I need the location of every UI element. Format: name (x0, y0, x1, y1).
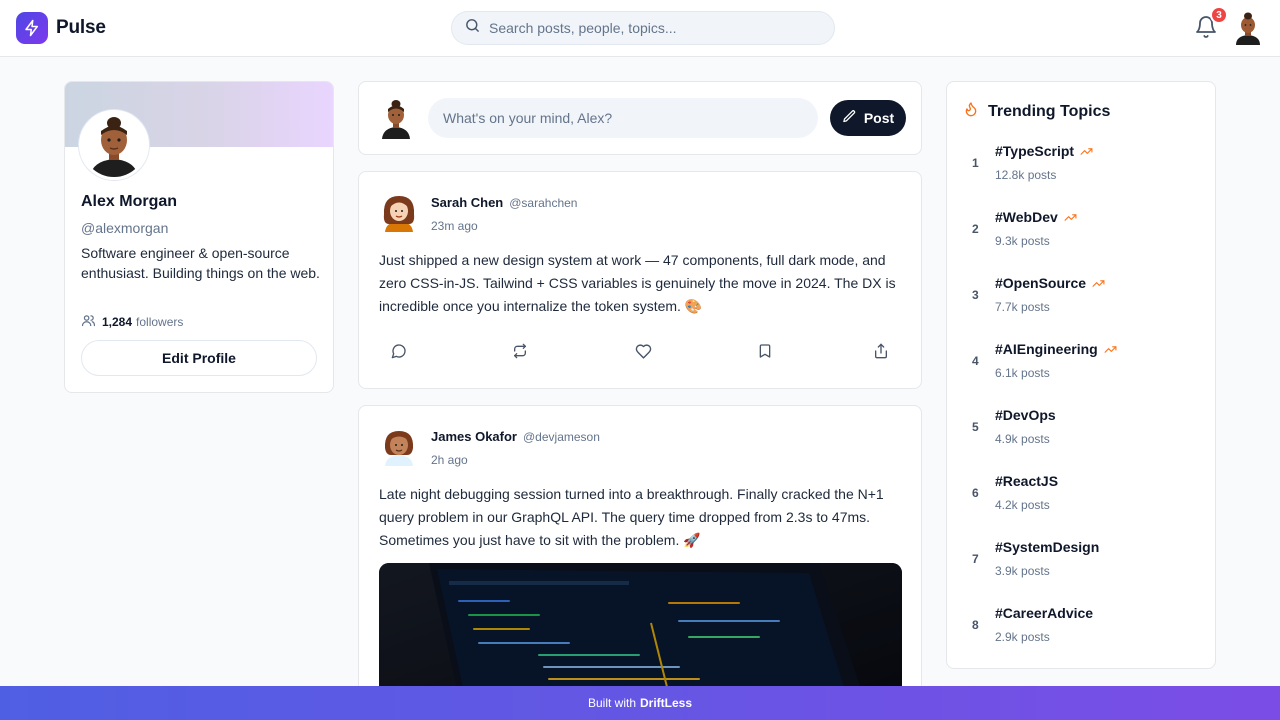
search-input[interactable] (489, 20, 809, 36)
trending-item[interactable]: 2 #WebDev 9.3k posts (947, 202, 1217, 258)
footer-prefix: Built with (587, 696, 636, 710)
trend-tag-label: #SystemDesign (995, 539, 1100, 555)
composer-avatar (378, 97, 414, 139)
trending-up-icon (1080, 145, 1093, 158)
footer-brand: DriftLess (640, 696, 693, 710)
top-navigation-bar: Pulse 3 (0, 0, 1280, 57)
bookmark-icon[interactable] (754, 340, 776, 362)
trend-tag: #SystemDesign (995, 539, 1099, 555)
lightning-icon (16, 12, 48, 44)
search-bar[interactable] (451, 11, 835, 45)
trending-topics-card: Trending Topics 1 #TypeScript 12.8k posts 2… (946, 81, 1216, 669)
trend-tag: #OpenSource (995, 275, 1105, 291)
composer-input[interactable] (428, 98, 818, 138)
built-with-banner[interactable]: Built with DriftLess (0, 686, 1280, 720)
heart-icon[interactable] (632, 340, 654, 362)
author-avatar[interactable] (379, 190, 419, 232)
post-timestamp: 2h ago (431, 453, 468, 467)
trend-post-count: 7.7k posts (995, 300, 1050, 314)
profile-handle: @alexmorgan (81, 220, 169, 236)
trend-tag: #CareerAdvice (995, 605, 1093, 621)
user-avatar[interactable] (1232, 11, 1264, 45)
trend-rank: 4 (972, 354, 979, 368)
pen-icon (842, 109, 857, 127)
trend-post-count: 4.2k posts (995, 498, 1050, 512)
trending-item[interactable]: 5 #DevOps 4.9k posts (947, 400, 1217, 456)
users-icon (81, 313, 96, 331)
trend-tag: #WebDev (995, 209, 1077, 225)
trending-title: Trending Topics (963, 101, 1110, 122)
brand[interactable]: Pulse (16, 12, 106, 44)
trend-rank: 2 (972, 222, 979, 236)
brand-name: Pulse (56, 17, 106, 38)
trend-post-count: 9.3k posts (995, 234, 1050, 248)
trending-item[interactable]: 1 #TypeScript 12.8k posts (947, 136, 1217, 192)
edit-profile-button[interactable]: Edit Profile (81, 340, 317, 376)
trend-post-count: 2.9k posts (995, 630, 1050, 644)
trend-tag-label: #DevOps (995, 407, 1056, 423)
author-avatar[interactable] (379, 424, 419, 466)
trend-post-count: 4.9k posts (995, 432, 1050, 446)
trend-rank: 7 (972, 552, 979, 566)
trend-tag-label: #AIEngineering (995, 341, 1098, 357)
post-button[interactable]: Post (830, 100, 906, 136)
flame-icon (963, 101, 979, 122)
trending-up-icon (1104, 343, 1117, 356)
notification-count-badge: 3 (1210, 6, 1228, 24)
trend-rank: 1 (972, 156, 979, 170)
trend-rank: 5 (972, 420, 979, 434)
repost-icon[interactable] (509, 340, 531, 362)
comment-icon[interactable] (388, 340, 410, 362)
post-actions (379, 340, 901, 362)
profile-card: Alex Morgan @alexmorgan Software enginee… (64, 81, 334, 393)
trend-tag: #TypeScript (995, 143, 1093, 159)
trending-up-icon (1092, 277, 1105, 290)
profile-avatar[interactable] (79, 110, 149, 180)
trend-tag-label: #CareerAdvice (995, 605, 1094, 621)
author-name: James Okafor (431, 429, 517, 444)
trend-tag-label: #WebDev (995, 209, 1058, 225)
trend-rank: 3 (972, 288, 979, 302)
trend-tag-label: #OpenSource (995, 275, 1087, 291)
trend-post-count: 6.1k posts (995, 366, 1050, 380)
trend-rank: 6 (972, 486, 979, 500)
feed-post: Sarah Chen @sarahchen 23m ago Just shippe… (358, 171, 922, 389)
post-author[interactable]: James Okafor @devjameson (431, 429, 600, 444)
trending-up-icon (1064, 211, 1077, 224)
post-composer: Post (358, 81, 922, 155)
trend-tag: #ReactJS (995, 473, 1058, 489)
trending-title-label: Trending Topics (988, 102, 1111, 120)
profile-bio: Software engineer & open-source enthusia… (81, 245, 320, 281)
trend-post-count: 3.9k posts (995, 564, 1050, 578)
trend-tag: #AIEngineering (995, 341, 1117, 357)
share-icon[interactable] (870, 340, 892, 362)
trending-item[interactable]: 7 #SystemDesign 3.9k posts (947, 532, 1217, 588)
trending-item[interactable]: 3 #OpenSource 7.7k posts (947, 268, 1217, 324)
post-timestamp: 23m ago (431, 219, 478, 233)
author-handle: @devjameson (523, 430, 600, 444)
post-button-label: Post (863, 110, 895, 126)
followers-count: 1,284 (102, 315, 133, 329)
author-handle: @sarahchen (509, 196, 578, 210)
trending-item[interactable]: 6 #ReactJS 4.2k posts (947, 466, 1217, 522)
followers-label: followers (136, 315, 184, 329)
feed-post: James Okafor @devjameson 2h ago Late nigh… (358, 405, 922, 720)
profile-name: Alex Morgan (81, 193, 178, 210)
post-body: Late night debugging session turned into… (379, 486, 884, 548)
trending-item[interactable]: 4 #AIEngineering 6.1k posts (947, 334, 1217, 390)
post-author[interactable]: Sarah Chen @sarahchen (431, 195, 577, 210)
trend-tag: #DevOps (995, 407, 1056, 423)
search-icon (464, 17, 481, 39)
trend-tag-label: #TypeScript (995, 143, 1075, 159)
followers-stat[interactable]: 1,284 followers (81, 313, 183, 331)
trending-item[interactable]: 8 #CareerAdvice 2.9k posts (947, 598, 1217, 654)
author-name: Sarah Chen (431, 195, 504, 210)
trend-post-count: 12.8k posts (995, 168, 1057, 182)
trend-rank: 8 (972, 618, 979, 632)
post-body: Just shipped a new design system at work… (379, 252, 896, 314)
trend-tag-label: #ReactJS (995, 473, 1059, 489)
